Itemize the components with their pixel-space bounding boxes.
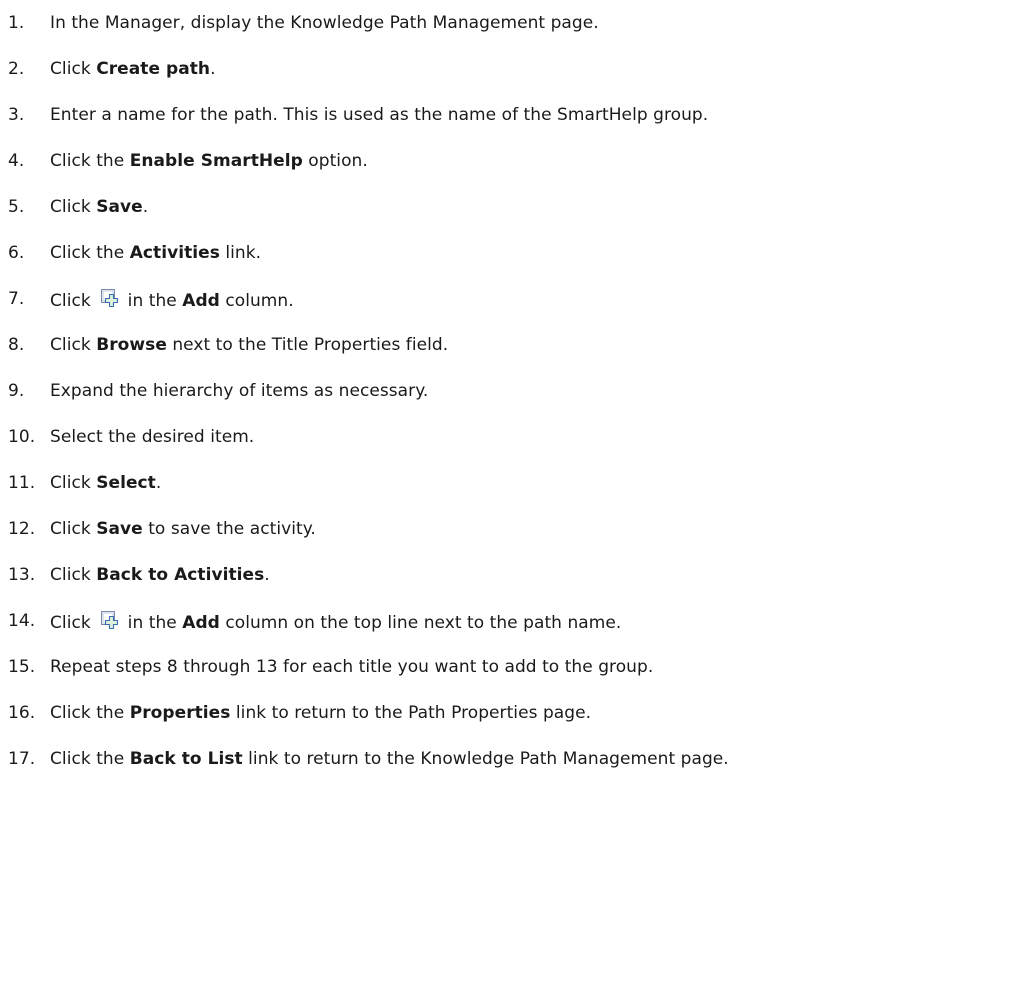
step-text: Click Create path. [50,59,216,79]
step-text-run: . [210,59,216,79]
step-text: Enter a name for the path. This is used … [50,105,708,125]
step-item: 2. Click Create path. [8,46,216,92]
step-number: 2. [8,59,25,79]
step-text: Click in the Add column on the top line … [50,610,621,633]
step-item: 16. Click the Properties link to return t… [8,690,591,736]
step-text-run: Repeat steps 8 through 13 for each title… [50,657,654,677]
step-text-run: Expand the hierarchy of items as necessa… [50,381,429,401]
add-activity-icon [100,610,120,630]
step-ui-term: Add [182,612,220,633]
step-text-run: Click the [50,749,130,769]
step-ui-term: Activities [129,243,220,263]
step-ui-term: Add [182,290,220,311]
step-number: 7. [8,289,25,309]
step-text-run: Click [50,197,97,217]
step-text-run: Click [50,473,97,493]
step-text: Click Save. [50,197,148,217]
step-text: Expand the hierarchy of items as necessa… [50,381,428,401]
step-number: 6. [8,243,25,263]
step-item: 9. Expand the hierarchy of items as neces… [8,368,428,414]
step-number: 17. [8,749,36,769]
step-text-run: Click [50,59,97,79]
step-item: 1. In the Manager, display the Knowledge … [8,0,599,46]
step-number: 3. [8,105,25,125]
step-item: 15. Repeat steps 8 through 13 for each ti… [8,644,653,690]
step-ui-term: Enable SmartHelp [129,151,303,171]
step-number: 15. [8,657,36,677]
step-text-run: . [155,473,162,493]
step-text-run: to save the activity. [142,519,316,539]
step-text-run: column on the top line next to the path … [219,612,622,633]
step-item: 7. Click in the Add column. [8,276,294,322]
step-text: Repeat steps 8 through 13 for each title… [50,657,653,677]
step-ui-term: Save [96,197,143,217]
step-item: 13. Click Back to Activities. [8,552,270,598]
step-text-run: option. [302,151,368,171]
step-text: Click Select. [50,473,161,493]
step-text-run: Enter a name for the path. This is used … [50,105,709,125]
step-text: Click the Enable SmartHelp option. [50,151,368,171]
step-text: Click Save to save the activity. [50,519,316,539]
step-ui-term: Browse [96,335,167,355]
step-number: 12. [8,519,36,539]
step-text: Select the desired item. [50,427,254,447]
step-text-run: column. [219,290,294,311]
step-number: 16. [8,703,36,723]
step-text-run: link to return to the Knowledge Path Man… [242,749,729,769]
step-text-run: Click [50,335,97,355]
step-number: 5. [8,197,25,217]
step-item: 8. Click Browse next to the Title Propert… [8,322,448,368]
step-text-run: . [264,565,270,585]
step-item: 5. Click Save. [8,184,148,230]
step-text-run: link. [219,243,262,263]
step-text: Click the Activities link. [50,243,261,263]
step-text-run: link to return to the Path Properties pa… [230,703,592,723]
add-activity-icon [100,288,120,308]
step-text-run: Click [50,519,97,539]
step-ui-term: Save [96,519,143,539]
step-number: 13. [8,565,36,585]
step-item: 6. Click the Activities link. [8,230,261,276]
step-text: Click in the Add column. [50,288,294,311]
step-item: 12. Click Save to save the activity. [8,506,316,552]
step-text: Click Back to Activities. [50,565,270,585]
step-text-run: Click [50,565,97,585]
step-text: Click the Back to List link to return to… [50,749,729,769]
step-text: In the Manager, display the Knowledge Pa… [50,13,599,33]
step-number: 8. [8,335,25,355]
step-number: 4. [8,151,25,171]
step-number: 10. [8,427,36,447]
step-text-run: Click [50,290,97,311]
step-number: 9. [8,381,25,401]
step-text-run: Click the [50,703,130,723]
step-ui-term: Back to Activities [96,565,265,585]
step-item: 4. Click the Enable SmartHelp option. [8,138,368,184]
step-number: 1. [8,13,25,33]
step-ui-term: Back to List [129,749,243,769]
step-text-run: . [142,197,149,217]
step-text-run: in the [122,290,183,311]
step-text-run: Click the [50,151,130,171]
step-ui-term: Create path [96,59,211,79]
step-text-run: Select the desired item. [50,427,255,447]
step-text-run: in the [122,612,183,633]
step-item: 10. Select the desired item. [8,414,254,460]
step-ui-term: Properties [129,703,231,723]
step-text: Click the Properties link to return to t… [50,703,591,723]
step-item: 14. Click in the Add column on the top li… [8,598,621,644]
step-text-run: Click [50,612,97,633]
step-item: 11. Click Select. [8,460,161,506]
step-number: 11. [8,473,36,493]
step-item: 3. Enter a name for the path. This is use… [8,92,708,138]
step-text-run: In the Manager, display the Knowledge Pa… [50,13,599,33]
step-item: 17. Click the Back to List link to return… [8,736,729,782]
step-number: 14. [8,611,36,631]
step-text: Click Browse next to the Title Propertie… [50,335,448,355]
step-text-run: next to the Title Properties field. [166,335,449,355]
step-text-run: Click the [50,243,130,263]
step-ui-term: Select [96,473,156,493]
